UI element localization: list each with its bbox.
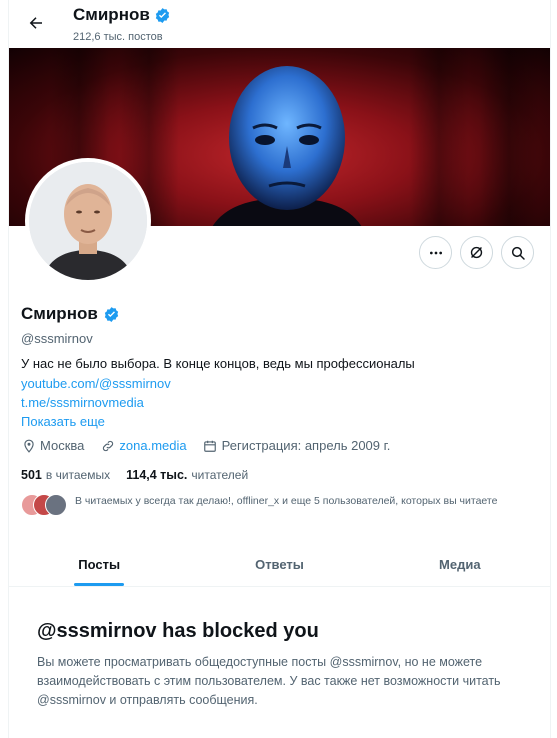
top-bar: Смирнов 212,6 тыс. постов bbox=[9, 0, 550, 46]
tab-replies-label: Ответы bbox=[255, 556, 304, 572]
more-icon bbox=[429, 251, 442, 254]
following-stat[interactable]: 501 в читаемых bbox=[21, 468, 110, 482]
tab-media-label: Медиа bbox=[439, 556, 481, 572]
show-more-link[interactable]: Показать еще bbox=[21, 414, 105, 429]
profile-bio: У нас не было выбора. В конце концов, ве… bbox=[21, 356, 415, 371]
tab-replies[interactable]: Ответы bbox=[189, 542, 369, 586]
profile-handle: @sssmirnov bbox=[21, 331, 93, 346]
profile-name: Смирнов bbox=[21, 304, 98, 323]
blocked-message: Вы можете просматривать общедоступные по… bbox=[37, 655, 501, 707]
profile-tabs: Посты Ответы Медиа bbox=[9, 542, 550, 587]
bio-link-telegram[interactable]: t.me/sssmirnovmedia bbox=[21, 395, 144, 410]
following-count: 501 bbox=[21, 468, 42, 482]
banner-portrait-image bbox=[212, 66, 362, 226]
header-name: Смирнов bbox=[73, 5, 150, 24]
bio-link-youtube[interactable]: youtube.com/@sssmirnov bbox=[21, 376, 171, 391]
followed-by-avatars bbox=[21, 494, 67, 516]
followed-by-text: В читаемых у всегда так делаю!, offliner… bbox=[75, 495, 498, 507]
link-icon bbox=[100, 438, 115, 453]
follow-stats: 501 в читаемых 114,4 тыс. читателей bbox=[21, 468, 248, 482]
profile-avatar[interactable] bbox=[25, 158, 151, 284]
tab-posts-label: Посты bbox=[78, 556, 121, 572]
back-button[interactable] bbox=[21, 8, 51, 38]
followed-by-row[interactable]: В читаемых у всегда так делаю!, offliner… bbox=[21, 494, 545, 516]
tab-media[interactable]: Медиа bbox=[370, 542, 550, 586]
profile-joined-date: Регистрация: апрель 2009 г. bbox=[221, 438, 391, 453]
active-tab-indicator bbox=[74, 583, 125, 586]
followers-count: 114,4 тыс. bbox=[126, 468, 188, 482]
location-icon bbox=[21, 438, 36, 453]
calendar-icon bbox=[203, 438, 218, 453]
followers-label: читателей bbox=[191, 468, 249, 482]
profile-name-row: Смирнов bbox=[21, 304, 120, 324]
search-button[interactable] bbox=[501, 236, 534, 269]
profile-meta: Москва zona.media Регистрация: апрель 20… bbox=[21, 438, 390, 453]
profile-website-link[interactable]: zona.media bbox=[119, 438, 186, 453]
blocked-title: @sssmirnov has blocked you bbox=[37, 620, 319, 642]
mini-avatar bbox=[45, 494, 67, 516]
notifications-button[interactable] bbox=[460, 236, 493, 269]
followers-stat[interactable]: 114,4 тыс. читателей bbox=[126, 468, 248, 482]
avatar-photo-image bbox=[29, 162, 147, 280]
tab-posts[interactable]: Посты bbox=[9, 542, 189, 586]
verified-badge-icon bbox=[104, 306, 118, 322]
search-icon bbox=[511, 246, 525, 260]
arrow-left-icon bbox=[29, 17, 42, 29]
notifications-off-icon bbox=[470, 246, 483, 259]
profile-actions bbox=[419, 236, 534, 269]
header-name-row: Смирнов bbox=[73, 5, 171, 25]
more-button[interactable] bbox=[419, 236, 452, 269]
header-posts-count: 212,6 тыс. постов bbox=[73, 31, 163, 43]
profile-page: Смирнов 212,6 тыс. постов Смирнов @sssmi… bbox=[8, 0, 551, 738]
profile-location: Москва bbox=[40, 438, 85, 453]
verified-badge-icon bbox=[155, 7, 169, 23]
following-label: в читаемых bbox=[45, 468, 111, 482]
